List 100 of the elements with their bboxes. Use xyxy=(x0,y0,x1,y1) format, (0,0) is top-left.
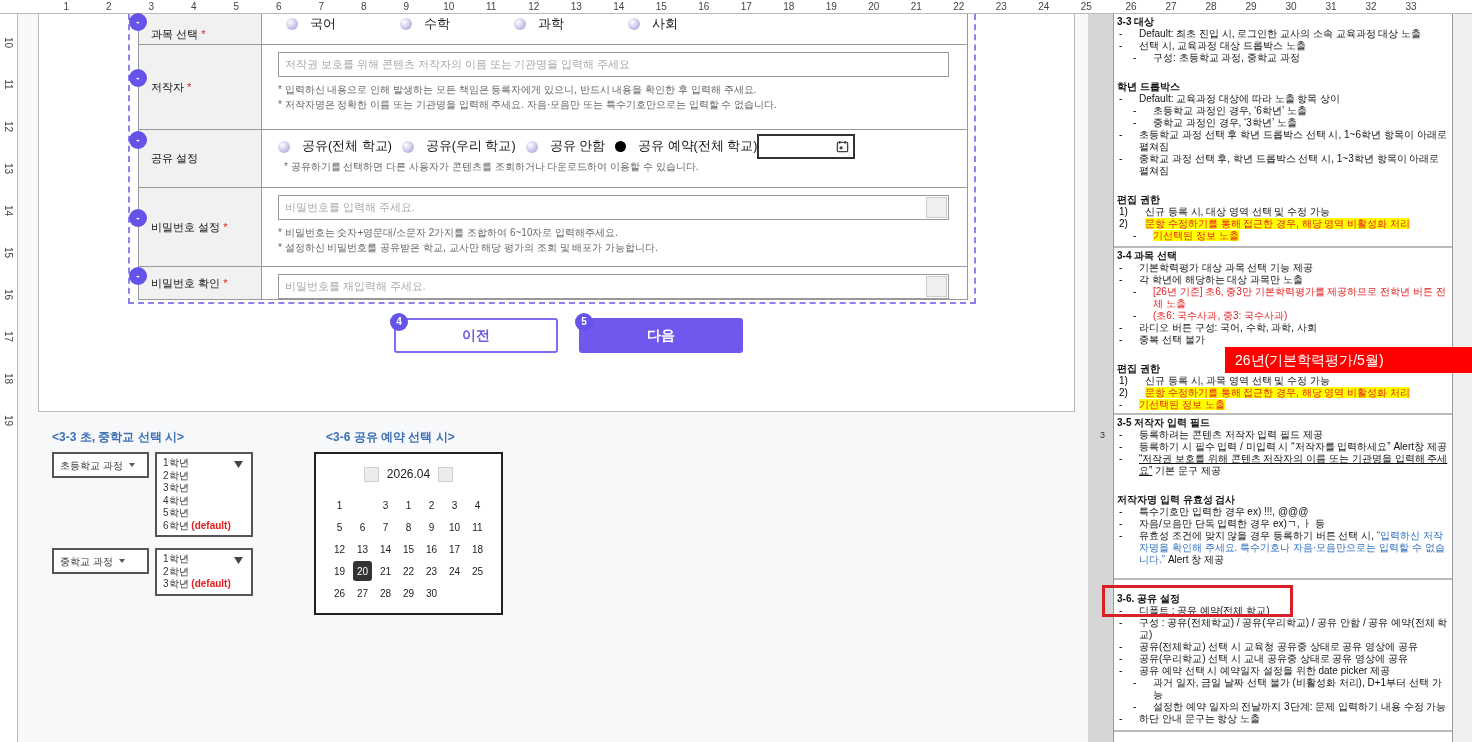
list-marker: - xyxy=(1118,40,1124,52)
ruler-number: 6 xyxy=(274,0,283,13)
radio-button[interactable] xyxy=(628,18,640,31)
grade-option[interactable]: 6학년 (default) xyxy=(163,519,245,532)
step-badge: 4 xyxy=(390,313,408,331)
list-marker: - xyxy=(1118,28,1124,40)
grade-option[interactable]: 2학년 xyxy=(163,565,245,578)
field-label: 비밀번호 설정 * xyxy=(151,219,228,235)
grade-option[interactable]: 2학년 xyxy=(163,469,245,482)
course-dropdown[interactable]: 중학교 과정 xyxy=(52,548,149,574)
calendar-day[interactable]: 6 xyxy=(353,517,372,537)
calendar-day[interactable]: 18 xyxy=(468,539,487,559)
field-button[interactable] xyxy=(926,276,947,297)
course-dropdown[interactable]: 초등학교 과정 xyxy=(52,452,149,478)
radio-label: 과학 xyxy=(538,16,564,33)
calendar-day[interactable]: 7 xyxy=(376,517,395,537)
month-label: 2026.04 xyxy=(386,466,431,483)
calendar-day[interactable]: 13 xyxy=(353,539,372,559)
grade-option[interactable]: 5학년 xyxy=(163,507,245,520)
prev-month-button[interactable] xyxy=(363,466,379,482)
next-month-button[interactable] xyxy=(438,466,454,482)
section-heading: 학년 드롭박스 xyxy=(1117,81,1180,93)
radio-button[interactable] xyxy=(278,140,290,153)
date-field[interactable] xyxy=(757,134,856,159)
grade-option[interactable]: 3학년 xyxy=(163,482,245,495)
grade-option[interactable]: 3학년 (default) xyxy=(163,578,245,591)
grade-option[interactable]: 1학년 xyxy=(163,457,245,470)
grade-option[interactable]: 1학년 xyxy=(163,553,245,566)
radio-button[interactable] xyxy=(615,141,627,152)
calendar-day[interactable]: 16 xyxy=(422,539,441,559)
radio-label: 공유(전체 학교) xyxy=(302,138,392,156)
description-text: 과거 일자, 금일 날짜 선택 불가 (비활성화 처리), D+1부터 선택 가능 xyxy=(1153,677,1443,701)
calendar-day[interactable]: 17 xyxy=(445,539,464,559)
ruler-number: 23 xyxy=(994,0,1008,13)
list-marker: 1) xyxy=(1118,375,1129,387)
annotation-title: <3-3 초, 중학교 선택 시> xyxy=(52,429,186,446)
ruler-number: 25 xyxy=(1079,0,1093,13)
description-text: 중학교 과정 선택 후, 학년 드롭박스 선택 시, 1~3학년 항목이 아래로 펼쳐짐 xyxy=(1139,153,1441,177)
calendar-day[interactable]: 21 xyxy=(376,561,395,581)
calendar-day[interactable]: 4 xyxy=(468,495,487,515)
ruler-number: 10 xyxy=(442,0,456,13)
calendar-day[interactable]: 3 xyxy=(376,495,395,515)
grade-list[interactable]: 1학년 2학년 3학년 4학년 5학년 6학년 (default) xyxy=(155,452,253,537)
ruler-number: 33 xyxy=(1404,0,1418,13)
description-text: 신규 등록 시, 대상 영역 선택 및 수정 가능 xyxy=(1145,206,1330,218)
calendar-day[interactable]: 1 xyxy=(330,495,349,515)
help-text: * 저작자명은 정확한 이름 또는 기관명을 입력해 주세요. 자음·모음만 또는 특수기호만으로는 입력할 수 없습니다. xyxy=(278,98,778,111)
ruler-number: 16 xyxy=(697,0,711,13)
calendar-day[interactable]: 1 xyxy=(399,495,418,515)
list-marker: - xyxy=(1132,286,1138,299)
radio-label: 공유 예약(전체 학교) xyxy=(638,138,758,156)
calendar-day[interactable]: 10 xyxy=(445,517,464,537)
calendar-day[interactable]: 20 xyxy=(353,561,372,581)
calendar-day[interactable]: 5 xyxy=(330,517,349,537)
radio-button[interactable] xyxy=(525,140,538,153)
calendar-day[interactable]: 9 xyxy=(422,517,441,537)
radio-button[interactable] xyxy=(401,140,414,153)
grade-option[interactable]: 4학년 xyxy=(163,494,245,507)
radio-button[interactable] xyxy=(514,18,526,31)
calendar-day[interactable]: 22 xyxy=(399,561,418,581)
calendar-day[interactable]: 2 xyxy=(422,495,441,515)
list-marker: 2) xyxy=(1118,218,1129,230)
grade-list[interactable]: 1학년 2학년 3학년 (default) xyxy=(155,548,253,596)
field-button[interactable] xyxy=(926,197,947,218)
calendar-day[interactable]: 12 xyxy=(330,539,349,559)
section-heading: 3-6. 공유 설정 xyxy=(1117,593,1180,605)
calendar-day[interactable]: 27 xyxy=(353,583,372,603)
description-text: 기선택된 정보 노출 xyxy=(1139,399,1225,411)
calendar-day[interactable]: 3 xyxy=(445,495,464,515)
calendar-day[interactable]: 8 xyxy=(399,517,418,537)
calendar-day[interactable]: 19 xyxy=(330,561,349,581)
ruler-number: 15 xyxy=(2,246,15,258)
calendar-day[interactable]: 14 xyxy=(376,539,395,559)
list-marker: - xyxy=(1132,230,1138,242)
calendar-day[interactable]: 28 xyxy=(376,583,395,603)
radio-button[interactable] xyxy=(400,18,412,31)
calendar-day[interactable]: 24 xyxy=(445,561,464,581)
section-heading: 편집 권한 xyxy=(1117,363,1160,375)
calendar-day[interactable]: 26 xyxy=(330,583,349,603)
list-marker: - xyxy=(1118,641,1124,653)
list-marker: - xyxy=(1118,399,1124,411)
description-text: 구성: 초등학교 과정, 중학교 과정 xyxy=(1153,52,1300,64)
calendar-icon xyxy=(836,140,850,153)
calendar-day[interactable]: 30 xyxy=(422,583,441,603)
calendar-day[interactable]: 11 xyxy=(468,517,487,537)
field-label: 공유 설정 xyxy=(151,151,199,167)
section-heading: 편집 권한 xyxy=(1117,194,1160,206)
radio-button[interactable] xyxy=(286,18,298,31)
list-marker: - xyxy=(1118,153,1124,166)
caret-icon xyxy=(128,463,135,467)
list-marker: - xyxy=(1118,262,1124,274)
calendar-day[interactable]: 23 xyxy=(422,561,441,581)
calendar-day[interactable]: 15 xyxy=(399,539,418,559)
ruler-number: 26 xyxy=(1124,0,1138,13)
calendar-day[interactable]: 29 xyxy=(399,583,418,603)
ruler-number: 17 xyxy=(2,330,15,342)
calendar-day[interactable]: 25 xyxy=(468,561,487,581)
radio-label: 공유(우리 학교) xyxy=(425,138,516,156)
description-text: “저작권 보호를 위해 콘텐츠 저작자의 이름 또는 기관명을 입력해 주세요” 기본 문구 제공 xyxy=(1139,453,1449,477)
list-marker: - xyxy=(1118,605,1124,617)
